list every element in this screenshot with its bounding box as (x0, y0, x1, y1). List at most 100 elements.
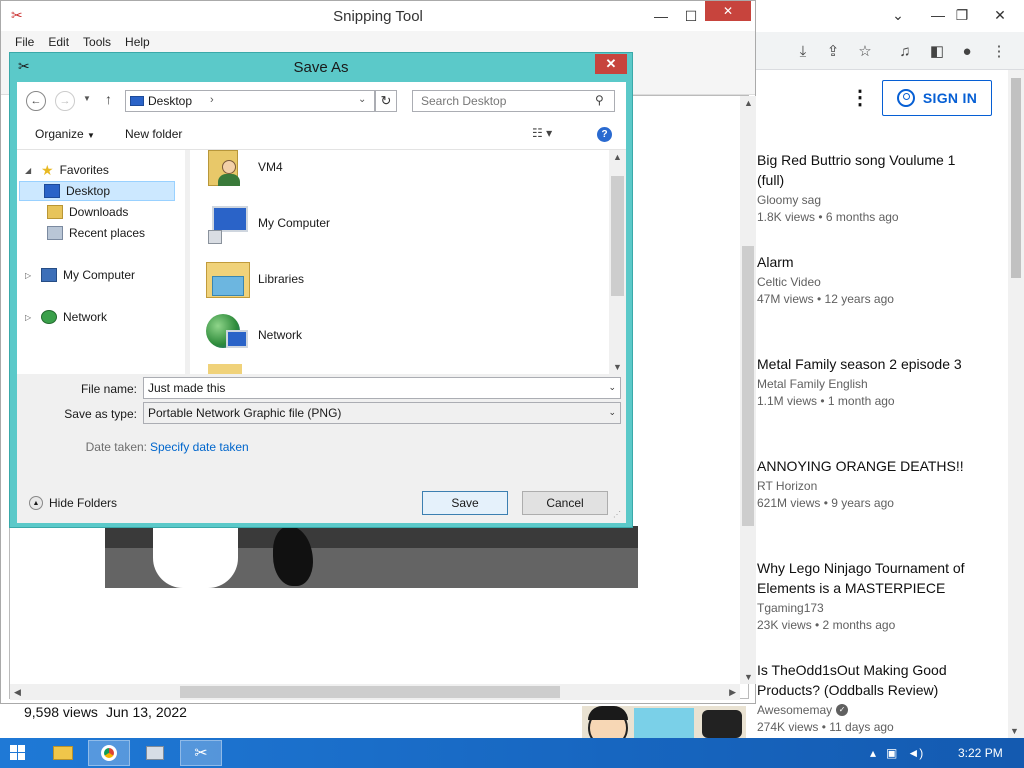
tree-favorites[interactable]: ◢ ★ Favorites (25, 160, 109, 180)
close-button[interactable]: ✕ (980, 0, 1020, 30)
tree-recent-places[interactable]: Recent places (47, 223, 145, 243)
video-item[interactable]: Is TheOdd1sOut Making Good Products? (Od… (757, 660, 977, 734)
taskbar-clock[interactable]: 3:22 PM (958, 746, 1003, 760)
collapsed-triangle-icon[interactable]: ▷ (25, 271, 35, 280)
specify-date-link[interactable]: Specify date taken (150, 440, 249, 454)
file-explorer-taskbar-icon[interactable] (42, 740, 84, 766)
save-type-value[interactable]: Portable Network Graphic file (PNG) (148, 406, 341, 420)
resize-grip-icon[interactable]: ⋰ (613, 510, 621, 519)
file-list-scrollbar[interactable]: ▲ ▼ (609, 150, 625, 374)
file-name[interactable]: Network (258, 328, 302, 342)
tab-list-chevron-icon[interactable]: ⌄ (878, 0, 918, 30)
video-channel[interactable]: RT Horizon (757, 479, 817, 493)
dialog-close-button[interactable]: ✕ (595, 54, 627, 74)
scroll-down-arrow-icon[interactable]: ▼ (1010, 726, 1019, 736)
file-name-dropdown-icon[interactable]: ⌄ (608, 382, 616, 393)
file-name-value[interactable]: Just made this (148, 381, 225, 395)
browser-scroll-thumb[interactable] (1011, 78, 1021, 278)
new-folder-button[interactable]: New folder (125, 127, 182, 141)
sign-in-button[interactable]: SIGN IN (882, 80, 992, 116)
forward-arrow-icon[interactable]: → (55, 91, 75, 111)
recent-locations-chevron-icon[interactable]: ▼ (83, 94, 91, 103)
network-status-icon[interactable]: ▣ (886, 746, 897, 760)
scroll-left-arrow-icon[interactable]: ◀ (14, 687, 21, 698)
video-item[interactable]: Big Red Buttrio song Voulume 1 (full) Gl… (757, 150, 977, 224)
profile-avatar-icon[interactable]: ● (956, 40, 978, 62)
video-channel[interactable]: Awesomemay (757, 703, 832, 717)
save-type-dropdown-icon[interactable]: ⌄ (608, 407, 616, 418)
scroll-down-arrow-icon[interactable]: ▼ (744, 672, 753, 682)
side-panel-icon[interactable]: ◧ (926, 40, 948, 62)
video-title[interactable]: ANNOYING ORANGE DEATHS!! (757, 456, 977, 476)
canvas-vertical-thumb[interactable] (742, 246, 754, 526)
tree-my-computer[interactable]: ▷ My Computer (25, 265, 135, 285)
remote-desktop-taskbar-icon[interactable] (134, 740, 176, 766)
video-title[interactable]: Big Red Buttrio song Voulume 1 (full) (757, 150, 977, 190)
tree-network[interactable]: ▷ Network (25, 307, 107, 327)
up-arrow-icon[interactable]: ↑ (105, 91, 112, 107)
address-text[interactable]: Desktop (148, 94, 192, 108)
save-button[interactable]: Save (422, 491, 508, 515)
address-dropdown-icon[interactable]: ⌄ (358, 94, 366, 105)
canvas-vertical-scrollbar[interactable]: ▲ ▼ (740, 96, 756, 684)
help-icon[interactable]: ? (597, 127, 612, 142)
tree-desktop[interactable]: Desktop (19, 181, 175, 201)
canvas-horizontal-thumb[interactable] (180, 686, 560, 698)
file-list-thumb[interactable] (611, 176, 624, 296)
file-item-network[interactable]: Network (204, 310, 302, 360)
menu-help[interactable]: Help (119, 35, 156, 49)
windows-start-icon[interactable] (10, 745, 26, 761)
scroll-up-arrow-icon[interactable]: ▲ (744, 98, 753, 108)
browser-scrollbar[interactable]: ▼ (1008, 70, 1024, 738)
menu-tools[interactable]: Tools (77, 35, 117, 49)
organize-button[interactable]: Organize ▼ (35, 127, 95, 141)
video-item[interactable]: Metal Family season 2 episode 3 Metal Fa… (757, 354, 977, 408)
video-title[interactable]: Alarm (757, 252, 977, 272)
video-item[interactable]: Alarm Celtic Video 47M views • 12 years … (757, 252, 977, 306)
scroll-right-arrow-icon[interactable]: ▶ (729, 687, 736, 698)
search-input[interactable]: Search Desktop (421, 94, 506, 108)
video-item[interactable]: ANNOYING ORANGE DEATHS!! RT Horizon 621M… (757, 456, 977, 510)
file-item-vm4[interactable]: VM4 (204, 150, 283, 192)
video-title[interactable]: Why Lego Ninjago Tournament of Elements … (757, 558, 977, 598)
video-channel[interactable]: Celtic Video (757, 275, 821, 289)
cancel-button[interactable]: Cancel (522, 491, 608, 515)
file-item-libraries[interactable]: Libraries (204, 254, 304, 304)
back-arrow-icon[interactable]: ← (26, 91, 46, 111)
tree-downloads[interactable]: Downloads (47, 202, 128, 222)
file-name[interactable]: VM4 (258, 160, 283, 174)
hide-folders-button[interactable]: ▲ Hide Folders (29, 496, 117, 510)
file-name-field[interactable]: Just made this ⌄ (143, 377, 621, 399)
save-type-select[interactable]: Portable Network Graphic file (PNG) ⌄ (143, 402, 621, 424)
video-channel[interactable]: Metal Family English (757, 377, 868, 391)
refresh-button[interactable]: ↻ (375, 90, 397, 112)
volume-icon[interactable]: ◄) (907, 746, 923, 760)
video-title[interactable]: Metal Family season 2 episode 3 (757, 354, 977, 374)
share-icon[interactable]: ⇪ (822, 40, 844, 62)
snipping-tool-taskbar-icon[interactable]: ✂ (180, 740, 222, 766)
show-hidden-icons-icon[interactable]: ▴ (870, 746, 876, 760)
breadcrumb-chevron-icon[interactable]: › (210, 94, 214, 106)
install-app-icon[interactable]: ⤓ (792, 40, 814, 62)
collapsed-triangle-icon[interactable]: ▷ (25, 313, 35, 322)
file-item-my-computer[interactable]: My Computer (204, 198, 330, 248)
video-title[interactable]: Is TheOdd1sOut Making Good Products? (Od… (757, 660, 977, 700)
media-control-icon[interactable]: ♫ (894, 40, 916, 62)
bookmark-star-icon[interactable]: ☆ (854, 40, 876, 62)
file-name[interactable]: My Computer (258, 216, 330, 230)
search-box[interactable]: Search Desktop ⚲ (412, 90, 615, 112)
video-channel[interactable]: Tgaming173 (757, 601, 824, 615)
video-channel[interactable]: Gloomy sag (757, 193, 821, 207)
search-icon[interactable]: ⚲ (595, 93, 604, 107)
canvas-horizontal-scrollbar[interactable]: ◀ ▶ (10, 684, 740, 700)
menu-file[interactable]: File (9, 35, 40, 49)
change-view-icon[interactable]: ☷ ▾ (532, 126, 552, 140)
scroll-up-arrow-icon[interactable]: ▲ (613, 152, 622, 162)
menu-edit[interactable]: Edit (42, 35, 75, 49)
video-item[interactable]: Why Lego Ninjago Tournament of Elements … (757, 558, 977, 632)
expanded-triangle-icon[interactable]: ◢ (25, 166, 35, 175)
file-name[interactable]: Libraries (258, 272, 304, 286)
chrome-taskbar-icon[interactable] (88, 740, 130, 766)
more-options-icon[interactable]: ⋮ (850, 88, 870, 108)
browser-menu-icon[interactable]: ⋮ (988, 40, 1010, 62)
